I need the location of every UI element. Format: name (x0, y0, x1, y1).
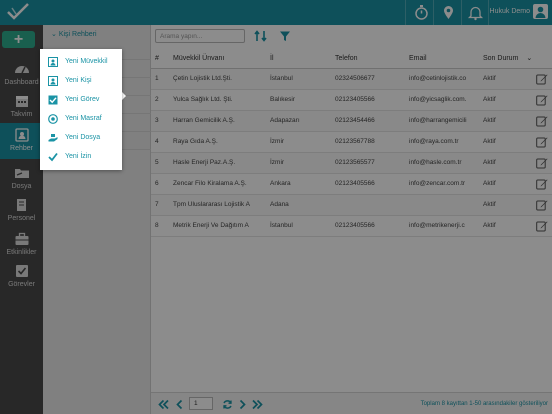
checkbox-icon (48, 95, 58, 105)
menu-item-new-leave[interactable]: Yeni İzin (40, 147, 122, 166)
menu-item-label: Yeni Müvekkil (65, 58, 108, 65)
menu-item-label: Yeni Kişi (65, 77, 92, 84)
menu-item-label: Yeni Dosya (65, 134, 101, 141)
menu-item-new-expense[interactable]: Yeni Masraf (40, 109, 122, 128)
app-window: Hukuk Demo + Dashboard Takvim Rehber Dos… (0, 0, 552, 414)
expense-icon (48, 114, 58, 124)
menu-item-new-client[interactable]: Yeni Müvekkil (40, 52, 122, 71)
client-icon (48, 57, 58, 67)
menu-item-new-person[interactable]: Yeni Kişi (40, 71, 122, 90)
menu-item-label: Yeni Masraf (65, 115, 102, 122)
menu-item-new-task[interactable]: Yeni Görev (40, 90, 122, 109)
check-icon (48, 152, 58, 162)
menu-item-label: Yeni İzin (65, 153, 92, 160)
menu-item-label: Yeni Görev (65, 96, 100, 103)
person-icon (48, 76, 58, 86)
add-new-menu: Yeni Müvekkil Yeni Kişi Yeni Görev Yeni … (40, 49, 122, 170)
file-hand-icon (48, 134, 58, 142)
menu-item-new-file[interactable]: Yeni Dosya (40, 128, 122, 147)
